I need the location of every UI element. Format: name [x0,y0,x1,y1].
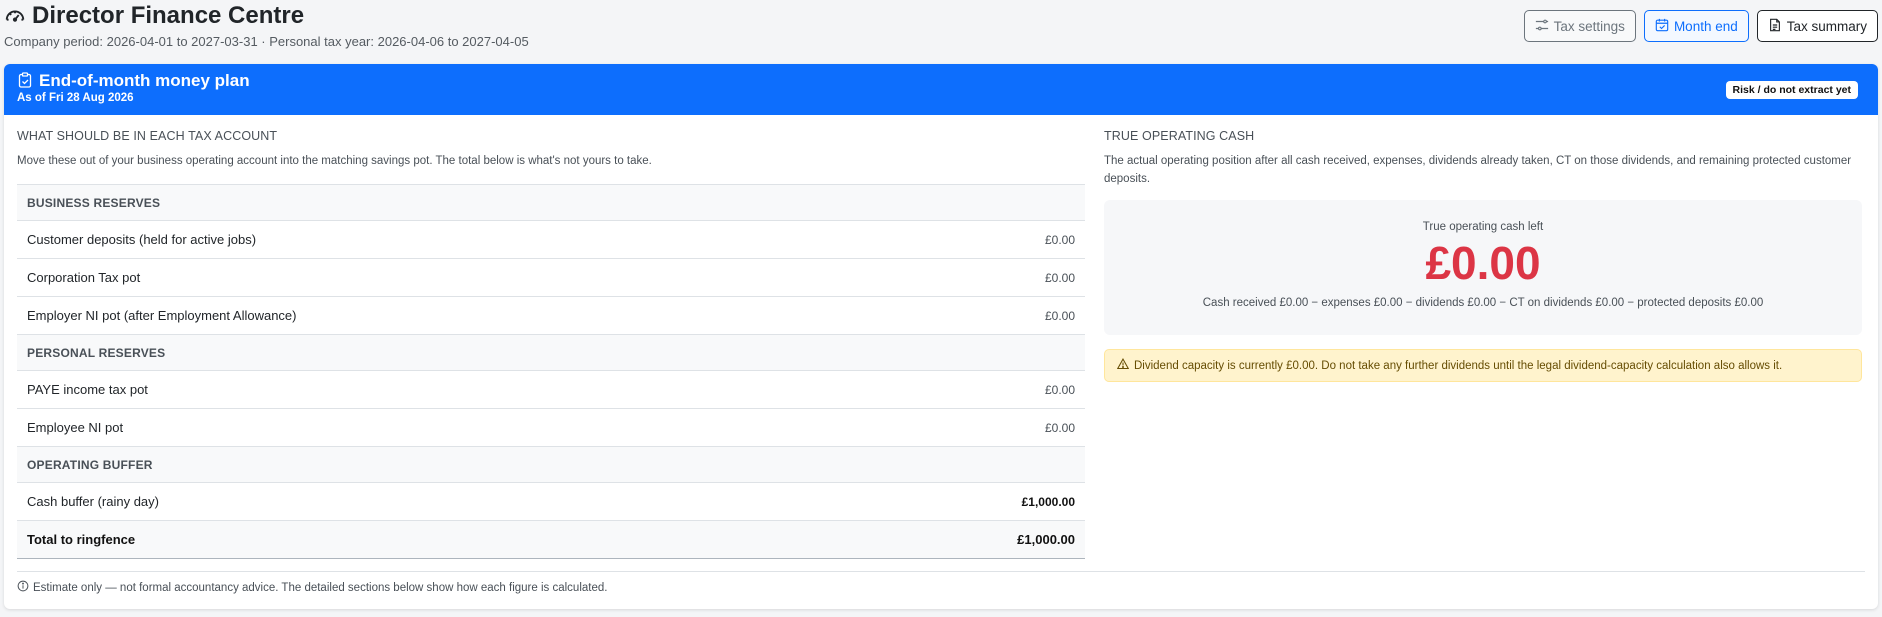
clipboard-check-icon [17,71,33,91]
cash-value: £0.00 [1425,237,1541,289]
row-label: Corporation Tax pot [17,258,859,297]
row-amount: £0.00 [858,408,1085,447]
operating-cash-section: TRUE OPERATING CASH The actual operating… [1104,129,1862,382]
row-label: Employee NI pot [17,408,859,447]
operating-cash-description: The actual operating position after all … [1104,155,1852,185]
table-row: Cash buffer (rainy day) £1,000.00 [17,482,1085,521]
card-title: End-of-month money plan [39,71,250,90]
card-subtitle: As of Fri 28 Aug 2026 [17,92,134,104]
row-amount: £0.00 [858,296,1085,335]
reserves-table: BUSINESS RESERVES Customer deposits (hel… [17,184,1085,559]
info-icon [17,580,29,595]
operating-cash-heading: TRUE OPERATING CASH [1104,129,1255,143]
card-header: End-of-month money plan As of Fri 28 Aug… [4,64,1878,115]
table-row: PAYE income tax pot £0.00 [17,370,1085,409]
row-label: Employer NI pot (after Employment Allowa… [17,296,859,335]
row-amount: £1,000.00 [858,482,1085,521]
page-header: Director Finance Centre Company period: … [4,2,1878,58]
row-label: Customer deposits (held for active jobs) [17,220,859,259]
money-plan-card: End-of-month money plan As of Fri 28 Aug… [4,64,1878,609]
footer-note: Estimate only — not formal accountancy a… [17,571,1865,595]
page-title: Director Finance Centre [32,2,305,29]
total-amount: £1,000.00 [858,520,1085,559]
group-row: OPERATING BUFFER [17,446,1085,483]
row-label: PAYE income tax pot [17,370,859,409]
group-row: BUSINESS RESERVES [17,184,1085,221]
table-row: Employer NI pot (after Employment Allowa… [17,296,1085,335]
month-end-label: Month end [1673,18,1738,34]
group-title: BUSINESS RESERVES [17,184,1085,221]
row-label: Cash buffer (rainy day) [17,482,859,521]
sliders-icon [1535,18,1549,35]
risk-badge: Risk / do not extract yet [1725,81,1858,99]
calendar-check-icon [1655,18,1669,35]
cash-formula: Cash received £0.00 − expenses £0.00 − d… [1202,297,1764,309]
tax-settings-button[interactable]: Tax settings [1523,10,1636,42]
group-row: PERSONAL RESERVES [17,334,1085,371]
warning-triangle-icon [1116,358,1130,373]
row-amount: £0.00 [858,370,1085,409]
total-label: Total to ringfence [17,520,859,559]
tax-summary-label: Tax summary [1786,18,1867,34]
document-icon [1768,18,1782,35]
month-end-button[interactable]: Month end [1643,10,1749,42]
tax-settings-label: Tax settings [1553,18,1625,34]
tax-accounts-description: Move these out of your business operatin… [17,155,652,167]
row-amount: £0.00 [858,258,1085,297]
tax-accounts-heading: WHAT SHOULD BE IN EACH TAX ACCOUNT [17,129,278,143]
dividend-warning: Dividend capacity is currently £0.00. Do… [1104,349,1862,382]
cash-label: True operating cash left [1422,221,1544,233]
table-row: Employee NI pot £0.00 [17,408,1085,447]
tax-accounts-section: WHAT SHOULD BE IN EACH TAX ACCOUNT Move … [17,129,1085,559]
table-row: Corporation Tax pot £0.00 [17,258,1085,297]
group-title: PERSONAL RESERVES [17,334,1085,371]
warning-text: Dividend capacity is currently £0.00. Do… [1134,359,1783,372]
speedometer-icon [4,5,26,27]
row-amount: £0.00 [858,220,1085,259]
operating-cash-box: True operating cash left £0.00 Cash rece… [1104,200,1862,335]
footer-text: Estimate only — not formal accountancy a… [33,581,608,594]
card-title-row: End-of-month money plan [17,71,1865,91]
table-row: Customer deposits (held for active jobs)… [17,220,1085,259]
tax-summary-button[interactable]: Tax summary [1756,10,1878,42]
total-row: Total to ringfence £1,000.00 [17,520,1085,559]
group-title: OPERATING BUFFER [17,446,1085,483]
header-actions: Tax settings Month end Tax summary [1523,10,1878,42]
